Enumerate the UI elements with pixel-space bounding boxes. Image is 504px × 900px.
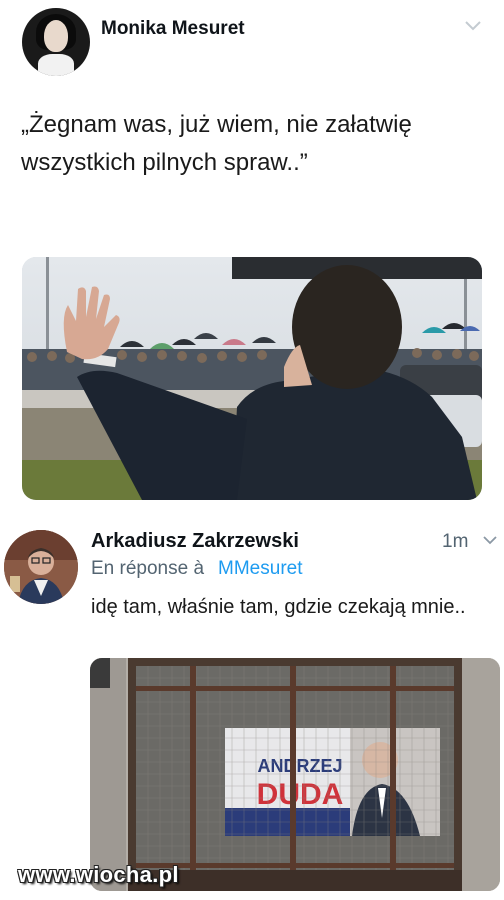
tweet-photo[interactable] — [22, 257, 482, 500]
reply-context: En réponse à MMesuret — [91, 558, 303, 580]
tweet-text: „Żegnam was, już wiem, nie załatwię wszy… — [21, 111, 412, 176]
avatar[interactable] — [4, 530, 78, 604]
tweet-text: idę tam, właśnie tam, gdzie czekają mnie… — [91, 596, 466, 618]
tweet-photo[interactable]: ANDRZEJ DUDA — [90, 658, 500, 891]
avatar[interactable] — [22, 8, 90, 76]
chevron-down-icon[interactable] — [482, 535, 498, 546]
reply-prefix: En réponse à — [91, 558, 205, 579]
timestamp[interactable]: 1m — [442, 531, 468, 553]
author-name[interactable]: Arkadiusz Zakrzewski — [91, 530, 299, 553]
tweet-1[interactable]: Monika Mesuret „Żegnam was, już wiem, ni… — [0, 0, 504, 515]
chevron-down-icon[interactable] — [464, 20, 482, 32]
poster-surname-line: DUDA — [257, 778, 344, 811]
poster-name-line: ANDRZEJ — [257, 756, 342, 776]
reply-handle-link[interactable]: MMesuret — [218, 558, 302, 579]
tweet-2[interactable]: Arkadiusz Zakrzewski 1m En réponse à MMes… — [0, 515, 504, 900]
author-name[interactable]: Monika Mesuret — [101, 18, 245, 40]
watermark: www.wiocha.pl — [18, 862, 179, 887]
